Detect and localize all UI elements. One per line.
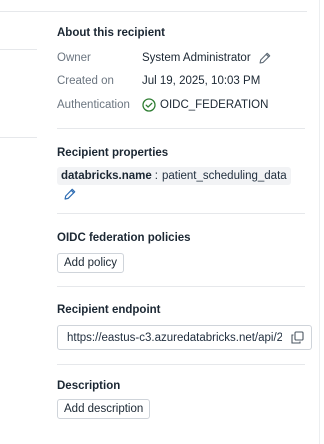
owner-label: Owner [57, 52, 91, 64]
left-pane-divider-2 [0, 137, 37, 138]
property-key: databricks.name [61, 170, 152, 182]
description-section-title: Description [57, 380, 121, 392]
check-circle-icon [142, 98, 156, 112]
properties-section-title: Recipient properties [57, 147, 169, 159]
endpoint-url: https://eastus-c3.azuredatabricks.net/ap… [67, 331, 282, 344]
pencil-icon[interactable] [64, 188, 76, 200]
authentication-value: OIDC_FEDERATION [160, 99, 269, 111]
authentication-label: Authentication [57, 99, 130, 111]
oidc-section-title: OIDC federation policies [57, 232, 191, 244]
top-divider [0, 11, 307, 12]
property-value: patient_scheduling_data [161, 170, 287, 182]
property-separator: : [154, 170, 158, 182]
property-tag: databricks.name : patient_scheduling_dat… [57, 167, 291, 185]
left-pane-divider-1 [0, 49, 37, 50]
owner-row: Owner System Administrator [57, 50, 307, 66]
created-label: Created on [57, 75, 114, 87]
about-section-title: About this recipient [57, 27, 165, 39]
pencil-icon[interactable] [259, 52, 271, 64]
owner-value-wrap: System Administrator [142, 52, 271, 64]
copy-icon[interactable] [291, 331, 304, 344]
owner-value: System Administrator [142, 52, 251, 64]
section-divider [57, 286, 305, 287]
authentication-value-wrap: OIDC_FEDERATION [142, 98, 268, 112]
section-divider [57, 213, 305, 214]
endpoint-field[interactable]: https://eastus-c3.azuredatabricks.net/ap… [57, 325, 312, 350]
scroll-track [319, 0, 320, 444]
authentication-row: Authentication OIDC_FEDERATION [57, 97, 307, 113]
created-row: Created on Jul 19, 2025, 10:03 PM [57, 73, 307, 89]
section-divider [57, 128, 305, 129]
created-value: Jul 19, 2025, 10:03 PM [142, 75, 261, 87]
add-description-button[interactable]: Add description [57, 399, 151, 419]
section-divider [57, 364, 305, 365]
add-policy-button[interactable]: Add policy [57, 253, 125, 273]
endpoint-section-title: Recipient endpoint [57, 304, 161, 316]
